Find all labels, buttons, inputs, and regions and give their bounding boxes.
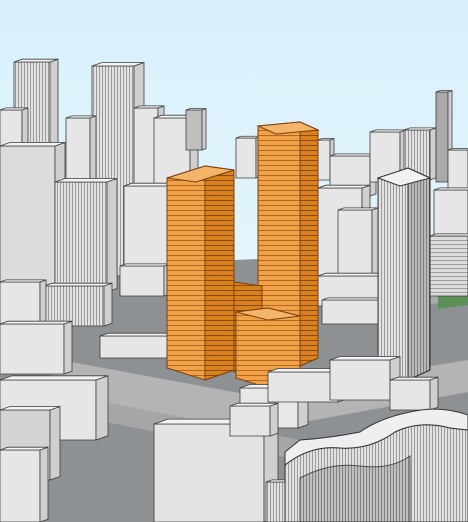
proposed-tower-west [166,165,235,381]
context-building [447,148,468,191]
context-building [0,446,49,522]
context-building [43,282,113,327]
context-building [321,297,385,325]
city-massing-scene [0,0,468,522]
context-building [229,402,279,437]
context-building [54,177,118,293]
context-building [235,135,262,179]
context-building [329,355,401,401]
massing-model-view [0,0,468,522]
context-building [337,207,379,281]
context-building [185,108,207,151]
context-building [99,332,179,359]
context-building [0,279,47,327]
context-building [0,320,73,375]
context-building [429,233,468,297]
context-building [389,376,439,411]
context-building [119,263,171,297]
striped-tower-right [376,167,432,381]
